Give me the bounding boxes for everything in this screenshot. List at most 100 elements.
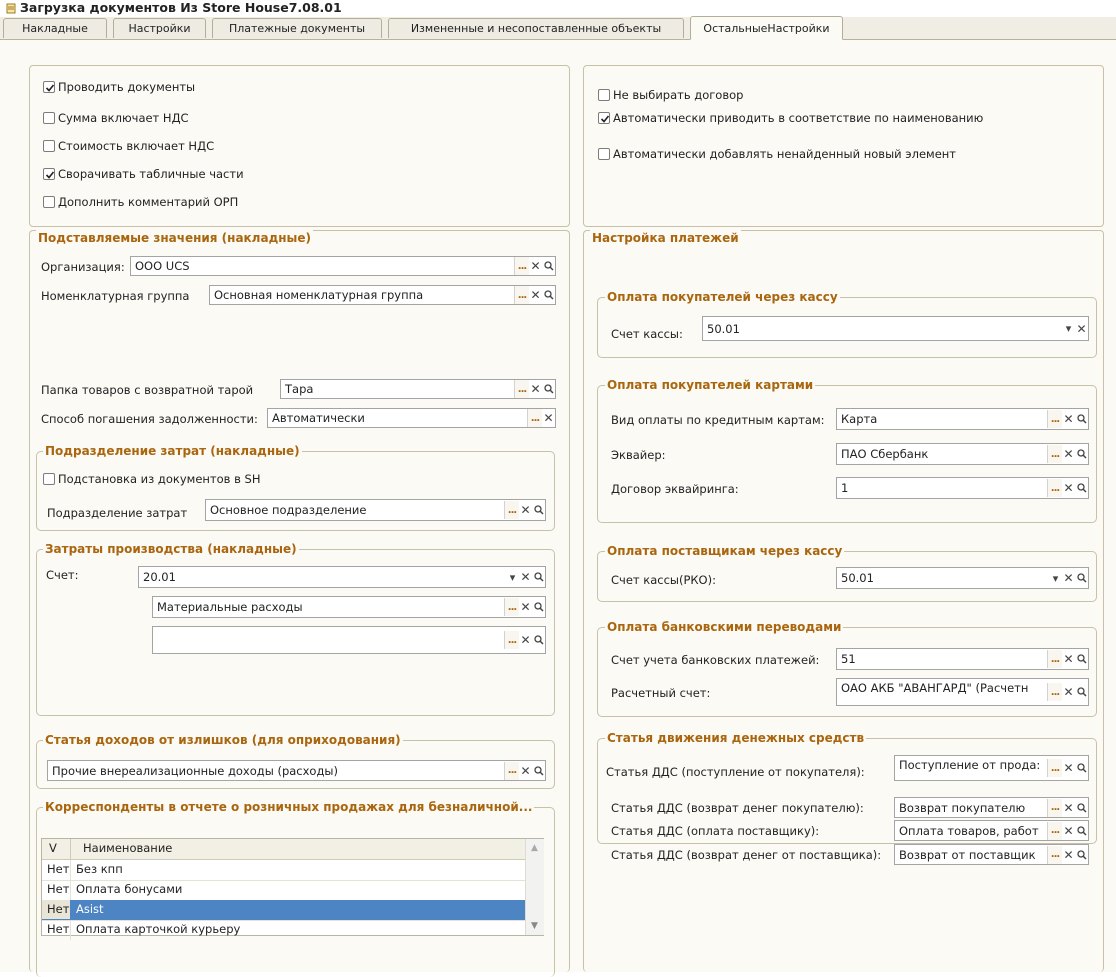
- clear-icon[interactable]: ✕: [1062, 822, 1075, 840]
- checkbox-auto-match-by-name[interactable]: [598, 112, 610, 124]
- field-cash-account[interactable]: 50.01 ▾ ✕: [702, 316, 1089, 341]
- checkbox-substitute-from-sh[interactable]: [43, 473, 55, 485]
- select-dots-icon[interactable]: ...: [504, 501, 519, 519]
- clear-icon[interactable]: ✕: [519, 501, 532, 519]
- field-cost-division[interactable]: Основное подразделение ... ✕: [205, 499, 546, 521]
- field-surplus-income[interactable]: Прочие внереализационные доходы (расходы…: [47, 760, 546, 781]
- clear-icon[interactable]: ✕: [1062, 650, 1075, 668]
- select-dots-icon[interactable]: ...: [514, 286, 529, 304]
- field-returnable-container-folder[interactable]: Тара ... ✕: [280, 379, 556, 399]
- column-header-name[interactable]: Наименование: [83, 841, 172, 855]
- search-icon[interactable]: [532, 762, 545, 780]
- dropdown-arrow-icon[interactable]: ▾: [1049, 569, 1062, 587]
- clear-icon[interactable]: ✕: [1062, 569, 1075, 587]
- tab-other-settings[interactable]: ОстальныеНастройки: [690, 16, 843, 40]
- clear-icon[interactable]: ✕: [1062, 799, 1075, 817]
- select-dots-icon[interactable]: ...: [1047, 821, 1062, 840]
- clear-icon[interactable]: ✕: [1062, 445, 1075, 463]
- select-dots-icon[interactable]: ...: [1047, 445, 1062, 463]
- search-icon[interactable]: [542, 257, 555, 275]
- search-icon[interactable]: [1075, 410, 1088, 428]
- search-icon[interactable]: [532, 631, 545, 649]
- search-icon[interactable]: [1075, 822, 1088, 840]
- select-dots-icon[interactable]: ...: [504, 761, 519, 780]
- select-dots-icon[interactable]: ...: [504, 631, 519, 649]
- tab-nastroiki[interactable]: Настройки: [113, 18, 206, 38]
- search-icon[interactable]: [542, 380, 555, 398]
- field-production-subconto-2[interactable]: ... ✕: [152, 626, 546, 654]
- select-dots-icon[interactable]: ...: [1047, 759, 1062, 777]
- dropdown-arrow-icon[interactable]: ▾: [506, 568, 519, 586]
- clear-icon[interactable]: ✕: [519, 631, 532, 649]
- tab-payment-docs[interactable]: Платежные документы: [212, 18, 382, 38]
- field-production-account[interactable]: 20.01 ▾ ✕: [138, 566, 546, 588]
- select-dots-icon[interactable]: ...: [1047, 683, 1062, 701]
- scroll-down-arrow-icon[interactable]: ▼: [531, 921, 538, 931]
- tab-changed-objects[interactable]: Измененные и несопоставленные объекты: [388, 18, 684, 38]
- checkbox-auto-add-element[interactable]: [598, 148, 610, 160]
- search-icon[interactable]: [542, 286, 555, 304]
- clear-icon[interactable]: ✕: [1062, 846, 1075, 864]
- column-header-v[interactable]: V: [49, 841, 57, 855]
- select-dots-icon[interactable]: ...: [1047, 845, 1062, 864]
- field-settlement-account[interactable]: ОАО АКБ "АВАНГАРД" (Расчетн ... ✕: [836, 678, 1089, 706]
- field-dds-refund-to-buyer[interactable]: Возврат покупателю ... ✕: [894, 797, 1089, 818]
- clear-icon[interactable]: ✕: [1062, 759, 1075, 777]
- checkbox-cost-includes-vat[interactable]: [43, 140, 55, 152]
- search-icon[interactable]: [1075, 445, 1088, 463]
- search-icon[interactable]: [532, 598, 545, 616]
- field-acquirer[interactable]: ПАО Сбербанк ... ✕: [836, 443, 1089, 465]
- table-scrollbar[interactable]: ▲ ▼: [525, 839, 544, 935]
- field-production-subconto-1[interactable]: Материальные расходы ... ✕: [152, 596, 546, 618]
- select-dots-icon[interactable]: ...: [1047, 798, 1062, 817]
- table-row[interactable]: Нет Оплата карточкой курьеру: [42, 920, 525, 940]
- field-card-payment-type[interactable]: Карта ... ✕: [836, 408, 1089, 430]
- clear-icon[interactable]: ✕: [1062, 410, 1075, 428]
- field-dds-refund-from-supplier[interactable]: Возврат от поставщик ... ✕: [894, 844, 1089, 865]
- field-acquiring-contract[interactable]: 1 ... ✕: [836, 477, 1089, 499]
- select-dots-icon[interactable]: ...: [514, 257, 529, 275]
- field-cash-out-account[interactable]: 50.01 ▾ ✕: [836, 567, 1089, 589]
- field-debt-repayment[interactable]: Автоматически ... ✕: [267, 408, 556, 428]
- checkbox-sum-includes-vat[interactable]: [43, 112, 55, 124]
- search-icon[interactable]: [1075, 569, 1088, 587]
- clear-icon[interactable]: ✕: [1075, 320, 1088, 338]
- field-dds-receipt-from-buyer[interactable]: Поступление от прода: ... ✕: [894, 755, 1089, 781]
- search-icon[interactable]: [532, 501, 545, 519]
- clear-icon[interactable]: ✕: [529, 380, 542, 398]
- clear-icon[interactable]: ✕: [519, 762, 532, 780]
- search-icon[interactable]: [1075, 650, 1088, 668]
- checkbox-post-documents[interactable]: [43, 81, 55, 93]
- search-icon[interactable]: [1075, 683, 1088, 701]
- select-dots-icon[interactable]: ...: [1047, 410, 1062, 428]
- select-dots-icon[interactable]: ...: [504, 598, 519, 616]
- checkbox-collapse-tables[interactable]: [43, 168, 55, 180]
- table-row[interactable]: Нет Без кпп: [42, 860, 525, 881]
- field-nomenclature-group[interactable]: Основная номенклатурная группа ... ✕: [209, 285, 556, 305]
- clear-icon[interactable]: ✕: [519, 598, 532, 616]
- table-row-selected[interactable]: Нет Asist: [42, 900, 525, 921]
- field-bank-account[interactable]: 51 ... ✕: [836, 648, 1089, 670]
- field-organization[interactable]: ООО UCS ... ✕: [130, 256, 556, 276]
- select-dots-icon[interactable]: ...: [1047, 650, 1062, 668]
- search-icon[interactable]: [1075, 759, 1088, 777]
- clear-icon[interactable]: ✕: [1062, 683, 1075, 701]
- table-row[interactable]: Нет Оплата бонусами: [42, 880, 525, 901]
- clear-icon[interactable]: ✕: [542, 409, 555, 427]
- clear-icon[interactable]: ✕: [529, 257, 542, 275]
- select-dots-icon[interactable]: ...: [514, 380, 529, 398]
- select-dots-icon[interactable]: ...: [1047, 479, 1062, 497]
- tab-nakladnye[interactable]: Накладные: [3, 18, 107, 38]
- search-icon[interactable]: [1075, 799, 1088, 817]
- scroll-up-arrow-icon[interactable]: ▲: [531, 843, 538, 853]
- search-icon[interactable]: [1075, 846, 1088, 864]
- clear-icon[interactable]: ✕: [519, 568, 532, 586]
- search-icon[interactable]: [1075, 479, 1088, 497]
- correspondents-table[interactable]: V Наименование Нет Без кпп Нет Оплата бо…: [41, 838, 544, 940]
- dropdown-arrow-icon[interactable]: ▾: [1062, 320, 1075, 338]
- select-dots-icon[interactable]: ...: [527, 409, 542, 427]
- checkbox-append-orp-comment[interactable]: [43, 196, 55, 208]
- clear-icon[interactable]: ✕: [1062, 479, 1075, 497]
- checkbox-no-contract[interactable]: [598, 89, 610, 101]
- field-dds-payment-to-supplier[interactable]: Оплата товаров, работ ... ✕: [894, 820, 1089, 841]
